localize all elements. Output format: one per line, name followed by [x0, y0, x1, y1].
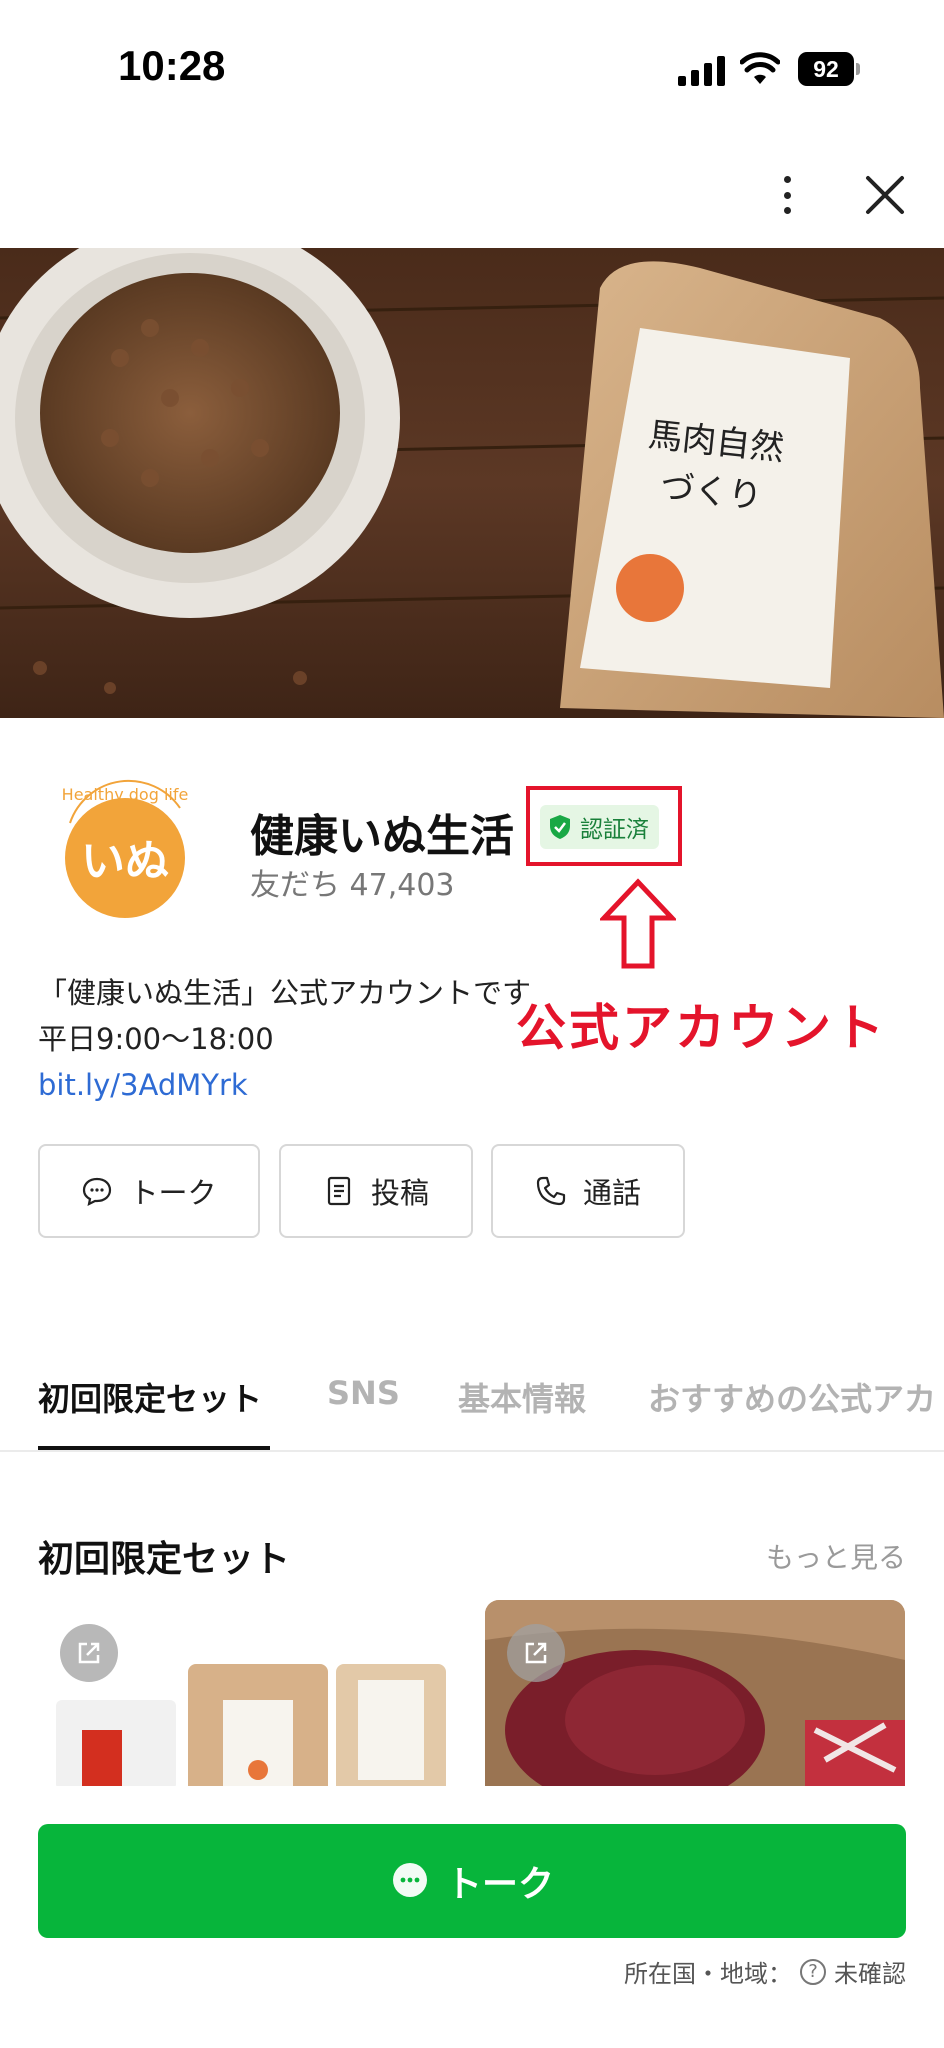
cellular-signal-icon — [678, 56, 726, 86]
tab-sns[interactable]: SNS — [327, 1374, 400, 1412]
battery-level: 92 — [798, 52, 854, 86]
product-card-2[interactable] — [485, 1600, 905, 1786]
official-account-annotation: 公式アカウント — [516, 999, 887, 1057]
status-bar: 10:28 92 — [0, 0, 944, 140]
talk-button-label: トーク — [445, 1864, 554, 1905]
document-icon — [327, 1176, 351, 1206]
close-icon[interactable] — [862, 172, 908, 218]
bottom-bar: トーク 所在国・地域： ? 未確認 — [0, 1786, 944, 2048]
battery-icon: 92 — [798, 52, 860, 86]
account-description: 「健康いぬ生活」公式アカウントです 平日9:00〜18:00 bit.ly/3A… — [38, 970, 531, 1108]
product-card-1[interactable] — [38, 1600, 458, 1786]
call-action-label: 通話 — [582, 1176, 641, 1210]
status-time: 10:28 — [118, 42, 226, 89]
external-link-icon[interactable] — [60, 1624, 118, 1682]
verified-label: 認証済 — [580, 817, 649, 843]
location-status: 未確認 — [834, 1960, 906, 1988]
account-logo[interactable]: Healthy dog life いぬ — [40, 758, 210, 928]
friends-count: 友だち 47,403 — [250, 868, 455, 903]
shield-check-icon — [550, 815, 570, 839]
question-icon[interactable]: ? — [800, 1958, 826, 1985]
talk-action-button[interactable]: トーク — [38, 1144, 260, 1238]
more-options-icon[interactable] — [772, 170, 802, 220]
tab-recommended-accounts[interactable]: おすすめの公式アカ — [648, 1374, 936, 1420]
top-actions — [0, 140, 944, 248]
description-text: 「健康いぬ生活」公式アカウントです — [38, 976, 532, 1010]
arrow-up-icon — [600, 878, 676, 969]
verified-highlight-box: 認証済 — [526, 786, 682, 866]
logo-text: いぬ — [81, 836, 169, 887]
account-name: 健康いぬ生活 — [250, 811, 514, 862]
talk-action-label: トーク — [129, 1176, 217, 1210]
phone-icon — [536, 1176, 566, 1206]
chat-bubble-icon — [392, 1863, 427, 1897]
call-action-button[interactable]: 通話 — [491, 1144, 685, 1238]
tab-first-set[interactable]: 初回限定セット — [38, 1374, 262, 1420]
account-link[interactable]: bit.ly/3AdMYrk — [38, 1062, 531, 1108]
section-title: 初回限定セット — [38, 1539, 291, 1580]
see-more-link[interactable]: もっと見る — [766, 1536, 906, 1576]
active-tab-indicator — [38, 1446, 270, 1450]
location-label: 所在国・地域： — [624, 1960, 792, 1988]
chat-bubble-icon — [83, 1177, 112, 1206]
tab-bar: 初回限定セット SNS 基本情報 おすすめの公式アカ — [0, 1340, 944, 1452]
logo-arc-text: Healthy dog life — [62, 785, 189, 804]
tab-basic-info[interactable]: 基本情報 — [458, 1374, 586, 1420]
cover-image: 馬肉自然 づくり — [0, 248, 944, 718]
post-action-button[interactable]: 投稿 — [279, 1144, 473, 1238]
talk-button[interactable]: トーク — [38, 1824, 906, 1938]
verified-badge[interactable]: 認証済 — [540, 805, 659, 849]
external-link-icon[interactable] — [507, 1624, 565, 1682]
post-action-label: 投稿 — [370, 1176, 429, 1210]
wifi-icon — [740, 52, 780, 84]
business-hours: 平日9:00〜18:00 — [38, 1022, 274, 1056]
location-info: 所在国・地域： ? 未確認 — [624, 1954, 906, 1989]
